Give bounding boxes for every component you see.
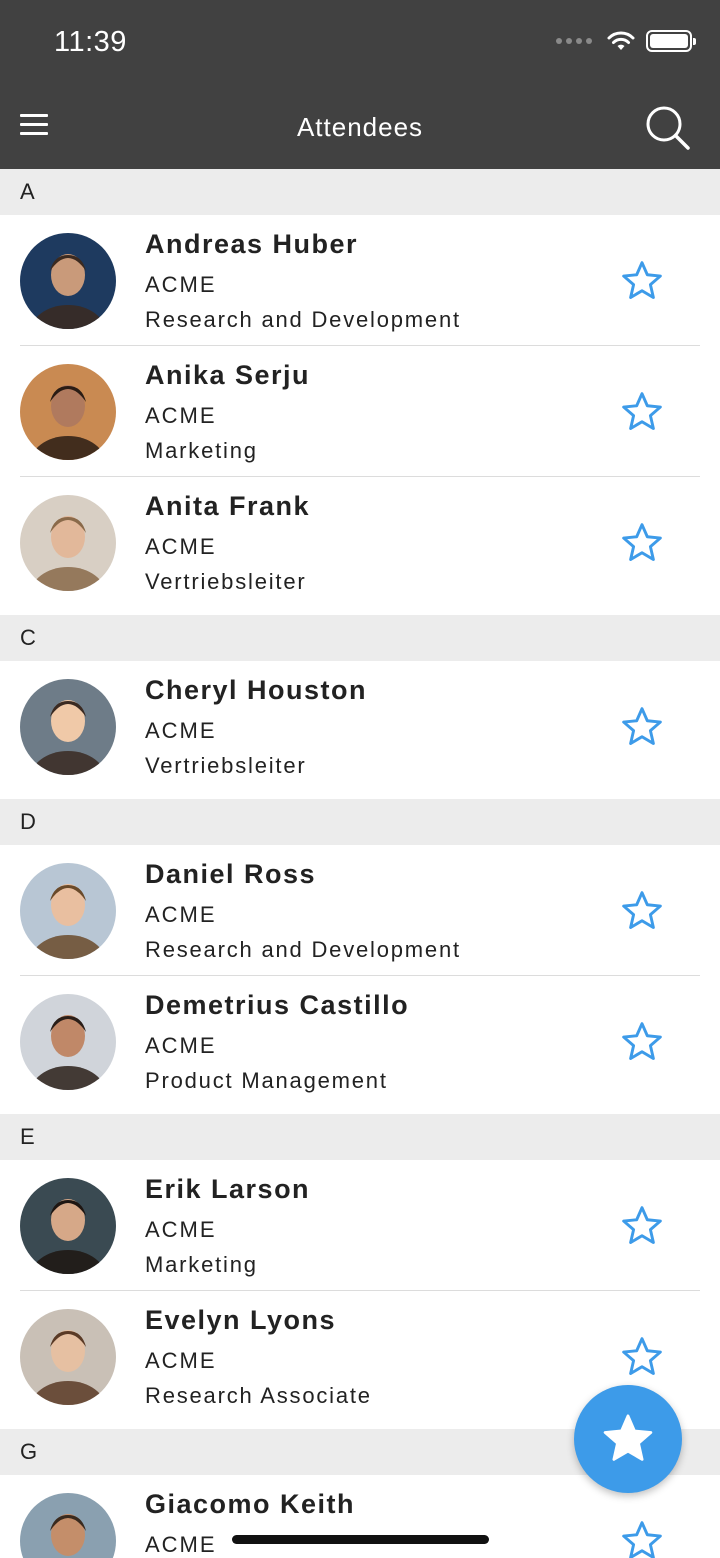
attendee-department: Marketing [145,1252,258,1277]
attendee-company: ACME [145,272,217,297]
attendee-company: ACME [145,1217,217,1242]
avatar [20,1493,116,1558]
section-header: A [0,169,720,215]
attendee-row[interactable]: Anita Frank ACME Vertriebsleiter [0,477,720,615]
star-filled-icon [603,1414,653,1461]
star-outline-icon [622,707,662,745]
favorite-star-button[interactable] [620,521,664,565]
search-icon [646,106,690,150]
attendee-company: ACME [145,718,217,743]
page-title: Attendees [296,112,424,142]
attendee-company: ACME [145,1532,217,1557]
favorite-star-button[interactable] [620,705,664,749]
favorite-star-button[interactable] [620,1020,664,1064]
attendee-name: Andreas Huber [145,229,359,259]
star-outline-icon [622,1521,662,1558]
attendee-name: Demetrius Castillo [145,990,410,1020]
attendee-name: Cheryl Houston [145,675,368,705]
attendee-company: ACME [145,534,217,559]
avatar [20,364,116,460]
attendee-list[interactable]: A Andreas Huber ACME Research and Developme… [0,169,720,1558]
attendee-name: Anika Serju [145,360,311,390]
favorite-star-button[interactable] [620,889,664,933]
attendee-name: Erik Larson [145,1174,311,1204]
attendee-row[interactable]: Andreas Huber ACME Research and Developmen… [0,215,720,346]
battery-icon [646,30,696,52]
attendee-row[interactable]: Anika Serju ACME Marketing [0,346,720,477]
star-outline-icon [622,1337,662,1375]
favorite-star-button[interactable] [620,1204,664,1248]
attendee-department: Research Associate [145,1383,372,1408]
star-outline-icon [622,1206,662,1244]
attendee-name: Giacomo Keith [145,1489,356,1519]
attendee-department: Research and Development [145,937,461,962]
attendee-company: ACME [145,1348,217,1373]
star-outline-icon [622,891,662,929]
navigation-bar: Attendees [0,86,720,169]
attendee-row[interactable]: Cheryl Houston ACME Vertriebsleiter [0,661,720,799]
attendee-company: ACME [145,902,217,927]
attendee-name: Daniel Ross [145,859,317,889]
attendee-company: ACME [145,403,217,428]
attendee-company: ACME [145,1033,217,1058]
favorites-fab-button[interactable] [574,1385,682,1493]
status-time: 11:39 [54,26,127,58]
favorite-star-button[interactable] [620,390,664,434]
section-header: D [0,799,720,845]
attendee-row[interactable]: Demetrius Castillo ACME Product Management [0,976,720,1114]
section-header: E [0,1114,720,1160]
avatar [20,1178,116,1274]
favorite-star-button[interactable] [620,259,664,303]
section-header: C [0,615,720,661]
avatar [20,1309,116,1405]
status-bar: 11:39 [0,0,720,86]
attendee-row[interactable]: Erik Larson ACME Marketing [0,1160,720,1291]
status-icons [556,30,696,52]
attendee-department: Marketing [145,438,258,463]
attendee-department: Vertriebsleiter [145,569,307,594]
attendee-department: Vertriebsleiter [145,753,307,778]
cellular-signal-icon [556,38,592,44]
attendee-department: Research and Development [145,307,461,332]
star-outline-icon [622,392,662,430]
avatar [20,679,116,775]
avatar [20,863,116,959]
star-outline-icon [622,261,662,299]
avatar [20,233,116,329]
attendee-name: Anita Frank [145,491,311,521]
star-outline-icon [622,523,662,561]
attendee-row[interactable]: Daniel Ross ACME Research and Development [0,845,720,976]
home-indicator[interactable] [232,1535,489,1544]
favorite-star-button[interactable] [620,1335,664,1379]
favorite-star-button[interactable] [620,1519,664,1558]
avatar [20,495,116,591]
star-outline-icon [622,1022,662,1060]
wifi-icon [607,31,635,50]
attendee-name: Evelyn Lyons [145,1305,337,1335]
avatar [20,994,116,1090]
search-button[interactable] [644,104,692,152]
attendee-department: Product Management [145,1068,388,1093]
